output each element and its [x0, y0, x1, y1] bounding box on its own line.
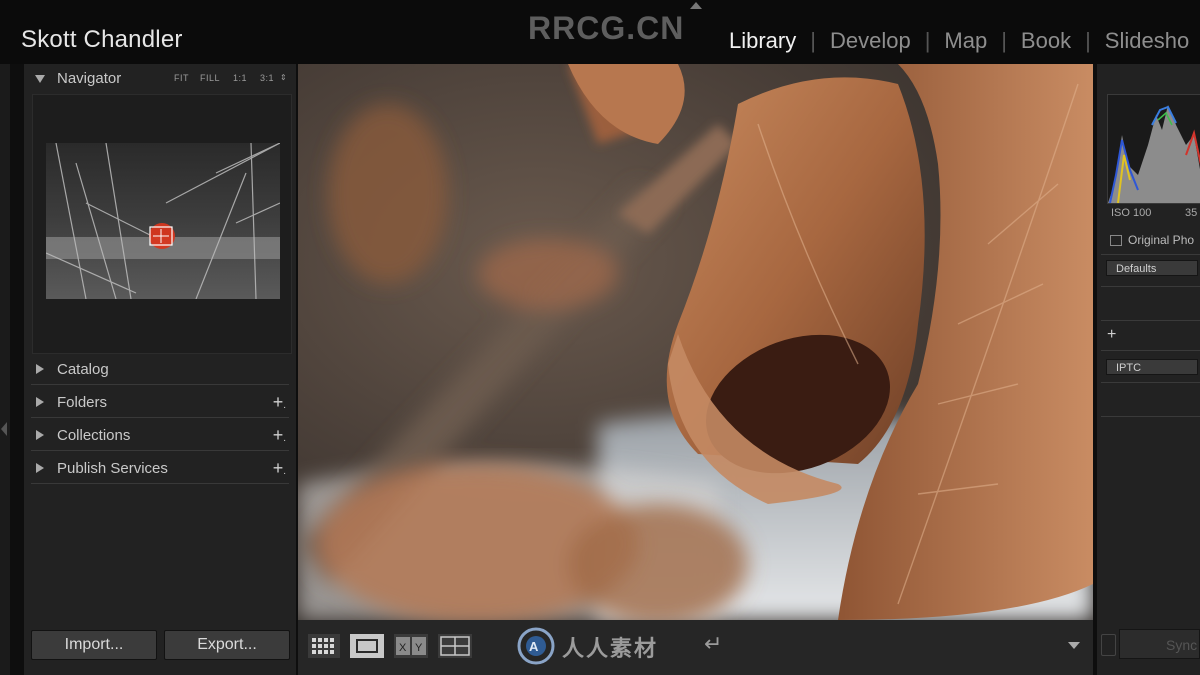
identity-bar: Skott Chandler RRCG.CN Library | Develop | M… [0, 0, 1200, 64]
add-publish-service-plus-icon[interactable]: +. [273, 458, 286, 479]
panel-divider [1101, 254, 1200, 255]
right-panel: ISO 100 35 Original Pho Defaults + IPTC … [1097, 64, 1200, 675]
zoom-fill[interactable]: FILL [200, 73, 220, 83]
histogram-focal-length: 35 [1185, 207, 1198, 219]
module-map[interactable]: Map [944, 28, 987, 53]
panel-divider [1101, 350, 1200, 351]
zoom-stepper-icon[interactable]: ⇕ [280, 73, 287, 82]
module-slideshow[interactable]: Slidesho [1105, 28, 1189, 53]
import-button[interactable]: Import... [31, 630, 157, 660]
add-collection-plus-icon[interactable]: +. [273, 425, 286, 446]
site-logo-text: 人人素材 [562, 636, 659, 661]
histogram[interactable] [1107, 94, 1200, 204]
catalog-panel-header[interactable]: Catalog [24, 355, 296, 385]
left-panel-edge[interactable] [0, 64, 10, 675]
compare-view-icon[interactable]: X Y [394, 634, 428, 658]
publish-services-panel-header[interactable]: Publish Services +. [24, 454, 296, 484]
panel-divider [31, 450, 289, 451]
original-photo-checkbox[interactable] [1110, 235, 1122, 246]
collapse-top-arrow-icon[interactable] [690, 2, 702, 9]
module-separator: | [810, 28, 816, 53]
module-develop[interactable]: Develop [830, 28, 911, 53]
svg-text:Y: Y [415, 642, 423, 654]
collections-panel-header[interactable]: Collections +. [24, 421, 296, 451]
folders-panel-header[interactable]: Folders +. [24, 388, 296, 418]
panel-divider [1101, 286, 1200, 287]
collapsed-triangle-icon [36, 430, 44, 440]
thumbnail-image [46, 143, 280, 299]
add-folder-plus-icon[interactable]: +. [273, 392, 286, 413]
svg-text:X: X [399, 642, 407, 654]
panel-divider [31, 483, 289, 484]
sync-button[interactable]: Sync [1119, 629, 1200, 659]
panel-divider [31, 384, 289, 385]
histogram-iso: ISO 100 [1111, 207, 1152, 219]
quick-develop-preset-select[interactable]: Defaults [1106, 260, 1198, 276]
collapse-left-arrow-icon[interactable] [1, 422, 7, 436]
collections-label: Collections [57, 427, 131, 444]
panel-divider [31, 417, 289, 418]
loupe-view-icon[interactable] [350, 634, 384, 658]
histogram-graph [1108, 105, 1200, 204]
expanded-triangle-icon [35, 75, 45, 83]
collapsed-triangle-icon [36, 364, 44, 374]
export-button[interactable]: Export... [164, 630, 290, 660]
grid-view-icon[interactable] [308, 634, 340, 658]
panel-divider [1101, 320, 1200, 321]
module-picker: Library | Develop | Map | Book | Slidesho [729, 28, 1189, 54]
module-separator: | [1001, 28, 1007, 53]
svg-text:A: A [529, 639, 539, 654]
catalog-label: Catalog [57, 361, 109, 378]
module-book[interactable]: Book [1021, 28, 1071, 53]
publish-services-label: Publish Services [57, 460, 168, 477]
panel-divider [1101, 416, 1200, 417]
collapsed-triangle-icon [36, 397, 44, 407]
photo-dried-leaves [298, 64, 1093, 620]
navigator-header[interactable]: Navigator FIT FILL 1:1 3:1 ⇕ [24, 64, 296, 94]
zoom-1-1[interactable]: 1:1 [233, 73, 247, 83]
zoom-fit[interactable]: FIT [174, 73, 189, 83]
navigator-preview [32, 94, 292, 354]
module-library[interactable]: Library [729, 28, 796, 53]
collapsed-triangle-icon [36, 463, 44, 473]
identity-plate: Skott Chandler [21, 26, 183, 53]
site-watermark: RRCG.CN [528, 10, 685, 46]
site-logo-icon: A [517, 627, 555, 665]
viewer-toolbar: X Y [298, 620, 1093, 675]
original-photo-label: Original Pho [1128, 233, 1195, 247]
module-separator: | [924, 28, 931, 53]
return-arrow-icon: ↵ [704, 631, 723, 656]
zoom-3-1[interactable]: 3:1 [260, 73, 274, 83]
module-separator: | [1085, 28, 1091, 53]
loupe-image-viewer[interactable] [298, 64, 1093, 620]
add-keyword-plus-icon[interactable]: + [1107, 326, 1116, 344]
metadata-preset-select[interactable]: IPTC [1106, 359, 1198, 375]
toolbar-content-menu-chevron-icon[interactable] [1068, 642, 1080, 649]
sync-toggle-icon[interactable] [1101, 634, 1116, 656]
navigator-thumbnail[interactable] [46, 143, 280, 299]
survey-view-icon[interactable] [438, 634, 472, 658]
folders-label: Folders [57, 394, 108, 411]
panel-divider [1101, 382, 1200, 383]
navigator-title: Navigator [57, 70, 122, 87]
left-panel: Navigator FIT FILL 1:1 3:1 ⇕ Catalog Fol… [24, 64, 296, 675]
